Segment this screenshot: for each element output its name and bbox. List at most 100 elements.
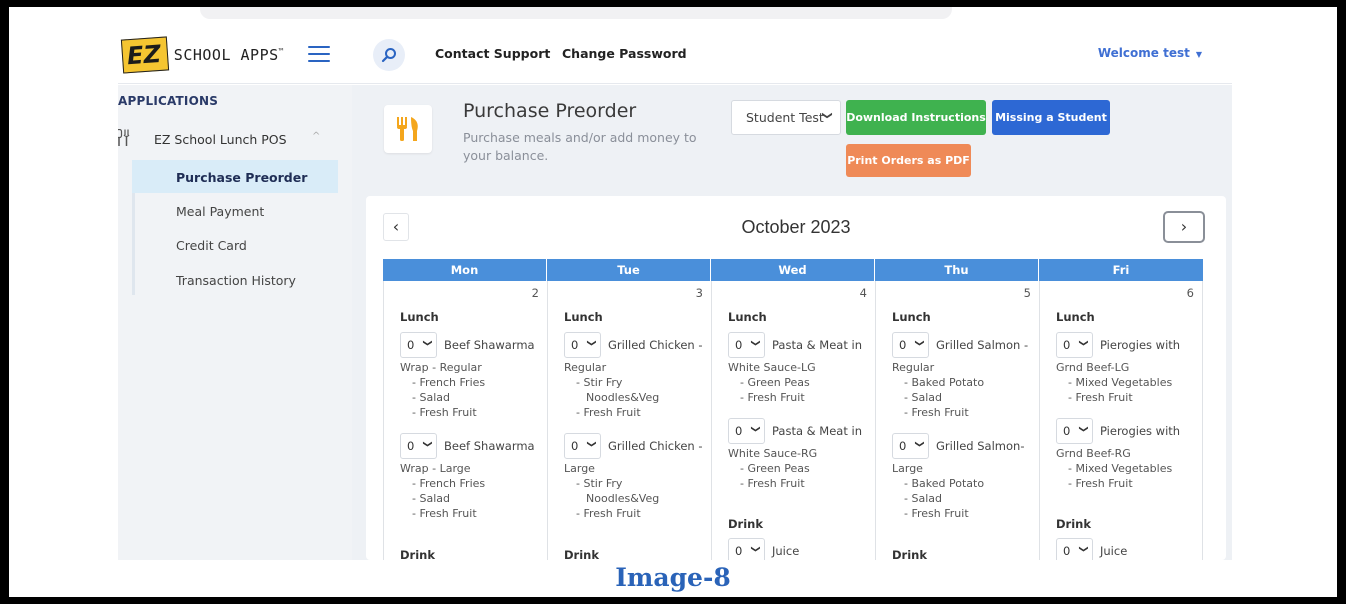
meal-item-name: Pasta & Meat in — [772, 338, 862, 352]
calendar-month-title: October 2023 — [741, 217, 851, 237]
download-instructions-button[interactable]: Download Instructions — [846, 100, 986, 135]
frame-border-top — [0, 0, 1346, 7]
quantity-select[interactable]: 0 ❯ — [1056, 418, 1093, 444]
chevron-down-icon: ❯ — [586, 339, 597, 347]
chevron-down-icon: ❯ — [1078, 425, 1089, 433]
top-bar: EZ SCHOOL APPS™ Contact Support Change P… — [118, 24, 1232, 84]
day-cell: 6 Lunch 0 ❯ Pierogies with Grnd Beef-LG -… — [1039, 281, 1203, 560]
lunch-label: Lunch — [892, 310, 931, 324]
meal-item-details: Regular - Baked Potato - Salad - Fresh F… — [892, 361, 985, 419]
weekday-wed: Wed — [711, 259, 875, 281]
meal-item-name: Beef Shawarma — [444, 439, 535, 453]
chevron-down-icon: ▼ — [1195, 50, 1202, 59]
user-menu[interactable]: Welcome test ▼ — [1098, 46, 1202, 60]
drink-label: Drink — [564, 548, 599, 560]
sidebar-item-purchase-preorder[interactable]: Purchase Preorder — [132, 160, 338, 193]
sidebar: APPLICATIONS EZ School Lunch POS ^ Purch… — [118, 85, 352, 560]
day-number: 4 — [859, 286, 867, 300]
sidebar-app-ez-school-lunch[interactable]: EZ School Lunch POS ^ — [118, 129, 352, 151]
student-select[interactable]: Student Test ❯ — [731, 100, 841, 135]
lunch-label: Lunch — [564, 310, 603, 324]
chevron-down-icon: ❯ — [1078, 339, 1089, 347]
chevron-down-icon: ❯ — [1078, 545, 1089, 553]
day-cell: 3 Lunch 0 ❯ Grilled Chicken - Regular - S… — [547, 281, 711, 560]
drink-label: Drink — [1056, 517, 1091, 531]
search-button[interactable] — [373, 39, 405, 71]
meal-item-details: Grnd Beef-LG - Mixed Vegetables - Fresh … — [1056, 361, 1173, 404]
quantity-select[interactable]: 0 ❯ — [892, 332, 929, 358]
meal-item-name: Grilled Salmon- — [936, 439, 1025, 453]
chevron-down-icon: ❯ — [914, 339, 925, 347]
chevron-down-icon: ❯ — [422, 440, 433, 448]
frame-border-left — [0, 0, 9, 604]
day-number: 5 — [1023, 286, 1031, 300]
browser-address-bar[interactable] — [200, 7, 952, 19]
app-window: EZ SCHOOL APPS™ Contact Support Change P… — [118, 24, 1232, 560]
main-content: Purchase Preorder Purchase meals and/or … — [352, 85, 1232, 560]
page-header: Purchase Preorder Purchase meals and/or … — [366, 98, 1232, 182]
meal-item-name: Grilled Chicken - — [608, 439, 703, 453]
meal-item-details: Wrap - Large - French Fries - Salad - Fr… — [400, 462, 486, 520]
drink-label: Drink — [400, 548, 435, 560]
chevron-down-icon: ❯ — [586, 440, 597, 448]
fork-knife-icon — [397, 117, 418, 141]
page-subtitle: Purchase meals and/or add money to your … — [463, 130, 697, 163]
meal-item-details: Grnd Beef-RG - Mixed Vegetables - Fresh … — [1056, 447, 1173, 490]
day-cell: 5 Lunch 0 ❯ Grilled Salmon - Regular - Ba… — [875, 281, 1039, 560]
figure-caption: Image-8 — [615, 563, 731, 592]
frame-border-bottom — [0, 597, 1346, 604]
meal-item-details: White Sauce-LG - Green Peas - Fresh Frui… — [728, 361, 816, 404]
sidebar-item-transaction-history[interactable]: Transaction History — [132, 263, 338, 296]
quantity-select[interactable]: 0 ❯ — [400, 332, 437, 358]
missing-student-button[interactable]: Missing a Student — [992, 100, 1110, 135]
quantity-select[interactable]: 0 ❯ — [1056, 538, 1093, 560]
drink-label: Drink — [728, 517, 763, 531]
quantity-select[interactable]: 0 ❯ — [892, 433, 929, 459]
contact-support-link[interactable]: Contact Support — [435, 46, 550, 61]
logo[interactable]: EZ SCHOOL APPS™ — [120, 36, 284, 74]
sidebar-app-label: EZ School Lunch POS — [154, 132, 287, 147]
meal-item-name: Pierogies with — [1100, 424, 1181, 438]
calendar-weekday-header: Mon Tue Wed Thu Fri — [383, 259, 1203, 281]
day-cell: 4 Lunch 0 ❯ Pasta & Meat in White Sauce-L… — [711, 281, 875, 560]
quantity-select[interactable]: 0 ❯ — [1056, 332, 1093, 358]
meal-item-details: Large - Stir Fry Noodles&Veg - Fresh Fru… — [564, 462, 660, 520]
logo-badge: EZ — [120, 36, 169, 74]
page-icon — [384, 105, 432, 153]
drink-item-name: Juice — [1100, 544, 1128, 558]
weekday-fri: Fri — [1039, 259, 1203, 281]
next-month-button[interactable]: › — [1163, 211, 1205, 243]
day-number: 2 — [531, 286, 539, 300]
sidebar-item-meal-payment[interactable]: Meal Payment — [132, 194, 338, 227]
drink-label: Drink — [892, 548, 927, 560]
meal-item-details: White Sauce-RG - Green Peas - Fresh Frui… — [728, 447, 818, 490]
quantity-select[interactable]: 0 ❯ — [400, 433, 437, 459]
quantity-select[interactable]: 0 ❯ — [728, 332, 765, 358]
menu-icon[interactable] — [308, 46, 330, 62]
lunch-label: Lunch — [1056, 310, 1095, 324]
print-orders-button[interactable]: Print Orders as PDF — [846, 144, 971, 177]
chevron-down-icon: ❯ — [821, 111, 833, 120]
weekday-thu: Thu — [875, 259, 1039, 281]
calendar-card: ‹ October 2023 › Mon Tue Wed Thu Fri 2 L… — [366, 196, 1226, 560]
day-cell: 2 Lunch 0 ❯ Beef Shawarma Wrap - Regular … — [383, 281, 547, 560]
meal-item-details: Regular - Stir Fry Noodles&Veg - Fresh F… — [564, 361, 660, 419]
day-number: 6 — [1186, 286, 1194, 300]
quantity-select[interactable]: 0 ❯ — [728, 418, 765, 444]
quantity-select[interactable]: 0 ❯ — [564, 332, 601, 358]
meal-item-name: Pasta & Meat in — [772, 424, 862, 438]
meal-item-details: Large - Baked Potato - Salad - Fresh Fru… — [892, 462, 985, 520]
lunch-label: Lunch — [400, 310, 439, 324]
chevron-down-icon: ❯ — [422, 339, 433, 347]
meal-item-name: Grilled Chicken - — [608, 338, 703, 352]
quantity-select[interactable]: 0 ❯ — [728, 538, 765, 560]
sidebar-item-credit-card[interactable]: Credit Card — [132, 228, 338, 261]
weekday-tue: Tue — [547, 259, 711, 281]
page-title: Purchase Preorder — [463, 100, 637, 122]
chevron-down-icon: ❯ — [914, 440, 925, 448]
drink-item-name: Juice — [772, 544, 800, 558]
sidebar-section-title: APPLICATIONS — [118, 94, 219, 108]
quantity-select[interactable]: 0 ❯ — [564, 433, 601, 459]
change-password-link[interactable]: Change Password — [562, 46, 687, 61]
search-icon — [381, 48, 396, 63]
